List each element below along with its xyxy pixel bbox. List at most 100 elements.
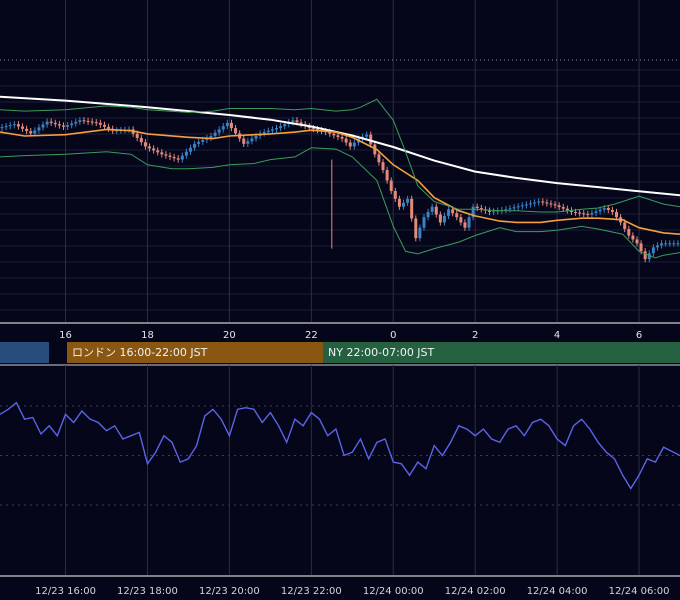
candle-body: [21, 126, 25, 129]
candle-body: [545, 202, 549, 204]
candle-body: [262, 132, 266, 134]
candle-body: [463, 222, 467, 228]
candle-body: [524, 204, 528, 206]
candle-body: [377, 154, 381, 163]
candle-body: [49, 121, 53, 123]
candle-body: [94, 122, 98, 124]
candle-body: [246, 141, 250, 144]
candle-body: [406, 198, 410, 203]
candle-body: [651, 247, 655, 254]
candle-body: [201, 139, 205, 142]
candle-body: [242, 138, 246, 144]
candle-body: [107, 126, 111, 129]
candle-body: [283, 124, 287, 127]
candle-body: [635, 239, 639, 244]
candle-body: [8, 125, 12, 127]
oscillator-x-tick-label: 12/24 02:00: [445, 586, 506, 597]
candle-body: [660, 243, 664, 246]
candle-body: [397, 198, 401, 207]
candle-body: [615, 211, 619, 218]
candle-body: [631, 235, 635, 240]
candle-body: [168, 155, 172, 157]
candle-body: [66, 125, 70, 127]
candle-body: [160, 152, 164, 155]
candle-body: [86, 120, 90, 122]
candle-body: [623, 222, 627, 229]
candle-body: [176, 158, 180, 160]
candle-body: [152, 148, 156, 151]
candle-body: [78, 120, 82, 122]
candle-body: [672, 243, 676, 245]
candle-body: [643, 251, 647, 260]
candle-body: [41, 124, 45, 128]
candle-body: [594, 211, 598, 213]
candle-body: [275, 128, 279, 130]
candle-body: [29, 131, 33, 134]
oscillator-x-tick-label: 12/23 20:00: [199, 586, 260, 597]
price-panel-bg: [0, 0, 680, 342]
candle-body: [381, 162, 385, 171]
candle-body: [590, 212, 594, 215]
candle-body: [291, 120, 295, 123]
candle-body: [221, 126, 225, 130]
candle-body: [188, 147, 192, 152]
candle-body: [197, 141, 201, 144]
candle-body: [193, 143, 197, 148]
candle-body: [266, 130, 270, 133]
candle-body: [16, 124, 20, 127]
candle-body: [467, 217, 471, 228]
candle-body: [553, 204, 557, 206]
candle-body: [180, 155, 184, 160]
candle-body: [655, 245, 659, 248]
candle-body: [393, 191, 397, 199]
price-x-tick-label: 20: [223, 330, 236, 341]
trading-chart[interactable]: 16 18 20 22 0 2 4 6 ロンドン 16:00-22:00 JST NY 22:…: [0, 0, 680, 600]
candle-body: [508, 208, 512, 210]
oscillator-panel-bg: [0, 363, 680, 600]
candle-body: [676, 243, 680, 245]
price-x-tick-label: 4: [554, 330, 560, 341]
candle-body: [488, 210, 492, 212]
candle-body: [229, 122, 233, 129]
candle-body: [578, 212, 582, 214]
candle-body: [332, 133, 336, 136]
price-x-tick-label: 18: [141, 330, 154, 341]
candle-body: [143, 142, 147, 147]
oscillator-x-tick-label: 12/24 00:00: [363, 586, 424, 597]
candle-body: [606, 208, 610, 210]
candle-body: [74, 121, 78, 124]
candle-body: [451, 209, 455, 214]
candle-body: [225, 122, 229, 127]
candle-body: [156, 150, 160, 153]
candle-body: [627, 228, 631, 236]
candle-body: [102, 124, 106, 127]
candle-body: [61, 125, 65, 127]
candle-body: [475, 206, 479, 209]
candle-body: [422, 217, 426, 228]
candle-body: [537, 201, 541, 203]
candle-body: [254, 135, 258, 139]
oscillator-chart[interactable]: 12/23 16:00 12/23 18:00 12/23 20:00 12/23 2…: [0, 363, 680, 600]
candle-body: [25, 128, 29, 132]
candle-body: [582, 213, 586, 215]
candle-body: [279, 126, 283, 129]
candle-body: [70, 123, 74, 126]
candle-body: [561, 207, 565, 209]
candle-body: [12, 124, 16, 126]
candle-body: [602, 208, 606, 210]
candle-body: [668, 243, 672, 245]
candle-body: [184, 151, 188, 156]
candle-body: [311, 128, 315, 130]
candle-body: [418, 227, 422, 239]
candle-body: [434, 206, 438, 215]
candle-body: [45, 121, 49, 125]
candle-body: [586, 213, 590, 215]
price-chart[interactable]: 16 18 20 22 0 2 4 6: [0, 0, 680, 342]
candle-body: [340, 136, 344, 139]
candle-body: [0, 127, 4, 129]
price-x-tick-label: 6: [636, 330, 642, 341]
candle-body: [504, 209, 508, 211]
candle-body: [410, 198, 414, 219]
session-band-tokyo: [0, 342, 49, 363]
price-x-tick-label: 16: [59, 330, 72, 341]
